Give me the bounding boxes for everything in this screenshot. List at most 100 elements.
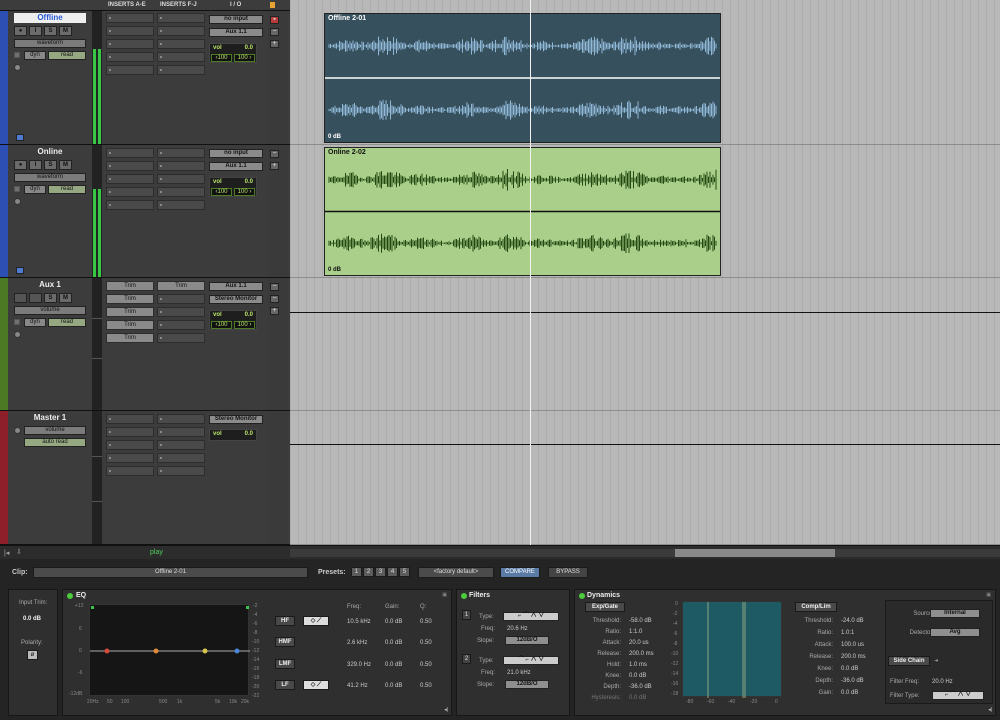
comp-ratio[interactable]: 1.0:1 (841, 630, 854, 636)
insert-slot[interactable] (106, 26, 154, 36)
record-arm-icon[interactable]: ▪ (270, 16, 279, 24)
comp-lim-button[interactable]: Comp/Lim (795, 602, 837, 612)
filter-2-slope[interactable]: 12dB/O (505, 680, 549, 689)
key-input-icon[interactable]: ⇥ (934, 658, 938, 664)
eq-power-icon[interactable] (67, 593, 73, 599)
automation-mode[interactable]: read (48, 51, 86, 60)
preset-3-button[interactable]: 3 (375, 567, 386, 577)
source-selector[interactable]: Internal (930, 609, 980, 618)
insert-slot[interactable] (106, 440, 154, 450)
eq-hf-q[interactable]: 0.50 (420, 619, 432, 625)
clip-name-field[interactable]: Offline 2-01 (33, 567, 308, 578)
insert-slot[interactable] (157, 466, 205, 476)
insert-slot[interactable] (157, 427, 205, 437)
output-selector[interactable]: Stereo Monitor (209, 295, 263, 304)
minus-icon[interactable]: − (270, 150, 279, 158)
input-selector[interactable]: no input (209, 149, 263, 158)
track-options-icon[interactable] (14, 186, 20, 192)
clock-icon[interactable] (14, 331, 21, 338)
insert-trim[interactable]: Trim (106, 294, 154, 304)
eq-lf-q[interactable]: 0.50 (420, 683, 432, 689)
insert-slot[interactable] (106, 187, 154, 197)
insert-slot[interactable] (106, 13, 154, 23)
input-selector[interactable]: no input (209, 15, 263, 24)
gate-attack[interactable]: 20.0 us (629, 640, 649, 646)
insert-slot[interactable] (106, 161, 154, 171)
timeline-lane[interactable] (290, 411, 1000, 545)
track-name[interactable]: Online (14, 147, 86, 157)
insert-slot[interactable] (106, 65, 154, 75)
input-selector[interactable]: Aux 1.1 (209, 282, 263, 291)
master-volume-line[interactable] (290, 444, 1000, 445)
gate-hold[interactable]: 1.0 ms (629, 662, 647, 668)
minus-icon[interactable]: − (270, 28, 279, 36)
input-monitor-button[interactable]: I (29, 160, 42, 170)
insert-slot[interactable] (157, 440, 205, 450)
filter-2-freq[interactable]: 21.0 kHz (507, 670, 531, 676)
plus-icon[interactable]: + (270, 307, 279, 315)
eq-lmf-freq[interactable]: 329.0 Hz (347, 662, 371, 668)
insert-slot[interactable] (157, 148, 205, 158)
output-selector[interactable]: Stereo Monitor (209, 415, 263, 424)
volume-pan-box[interactable]: vol 0.0 ‹100 100 › (209, 43, 257, 63)
detector-selector[interactable]: Avg (930, 628, 980, 637)
clock-icon[interactable] (14, 427, 21, 434)
audio-clip-online[interactable]: Online 2-02 0 dB (324, 147, 721, 276)
volume-pan-box[interactable]: vol 0.0 ‹100 100 › (209, 177, 257, 197)
comp-depth[interactable]: -36.0 dB (841, 678, 864, 684)
dyn-button[interactable]: dyn (24, 318, 46, 327)
track-name[interactable]: Aux 1 (14, 280, 86, 290)
clock-icon[interactable] (14, 198, 21, 205)
insert-slot[interactable] (157, 161, 205, 171)
filter-freq[interactable]: 20.0 Hz (932, 679, 953, 685)
gate-ratio[interactable]: 1:1.0 (629, 629, 642, 635)
insert-trim[interactable]: Trim (157, 281, 205, 291)
gate-knee[interactable]: 0.0 dB (629, 673, 646, 679)
filter-1-number[interactable]: 1 (462, 610, 471, 620)
mute-button[interactable]: M (59, 26, 72, 36)
pan-right[interactable]: 100 › (234, 321, 255, 329)
automation-mode[interactable]: read (48, 318, 86, 327)
compare-button[interactable]: COMPARE (500, 567, 540, 578)
polarity-button[interactable]: ø (27, 650, 38, 660)
insert-slot[interactable] (106, 414, 154, 424)
track-name[interactable]: Offline (14, 13, 86, 23)
filter-2-type-icons[interactable]: ⌒ ⌐ ∧ ∨ (503, 656, 559, 665)
record-button[interactable]: ● (14, 26, 27, 36)
insert-slot[interactable] (157, 320, 205, 330)
track-options-icon[interactable] (14, 319, 20, 325)
eq-band-hf[interactable]: HF (275, 616, 295, 626)
pan-right[interactable]: 100 › (234, 54, 255, 62)
vol-value[interactable]: 0.0 (245, 312, 253, 318)
filter-1-freq[interactable]: 20.6 Hz (507, 626, 528, 632)
track-comment-icon[interactable] (16, 134, 24, 141)
eq-band-lf[interactable]: LF (275, 680, 295, 690)
gate-release[interactable]: 200.0 ms (629, 651, 654, 657)
playhead-cursor[interactable] (530, 0, 531, 545)
dynamics-graph[interactable] (682, 601, 782, 698)
insert-slot[interactable] (157, 39, 205, 49)
collapse-icon[interactable]: |◂ (4, 549, 9, 557)
eq-lf-freq[interactable]: 41.2 Hz (347, 683, 368, 689)
insert-slot[interactable] (106, 148, 154, 158)
dynamics-power-icon[interactable] (579, 593, 585, 599)
insert-slot[interactable] (106, 174, 154, 184)
insert-trim[interactable]: Trim (106, 281, 154, 291)
eq-graph[interactable] (89, 604, 250, 696)
insert-slot[interactable] (157, 200, 205, 210)
insert-slot[interactable] (106, 453, 154, 463)
track-comment-icon[interactable] (16, 267, 24, 274)
track-view-selector[interactable]: waveform (14, 39, 86, 48)
mute-button[interactable]: M (59, 293, 72, 303)
insert-slot[interactable] (106, 427, 154, 437)
preset-selector[interactable]: <factory default> (418, 567, 494, 578)
eq-band-hmf[interactable]: HMF (275, 637, 295, 647)
eq-band-lmf[interactable]: LMF (275, 659, 295, 669)
track-view-selector[interactable]: volume (24, 426, 86, 435)
output-selector[interactable]: Aux 1.1 (209, 28, 263, 37)
clock-icon[interactable] (14, 64, 21, 71)
dyn-collapse-icon[interactable]: ◂| (988, 707, 992, 713)
insert-slot[interactable] (157, 333, 205, 343)
lf-shelf-toggle-icon[interactable]: ◇ ⟋ (303, 680, 329, 690)
eq-collapse-icon[interactable]: ◂| (444, 707, 448, 713)
